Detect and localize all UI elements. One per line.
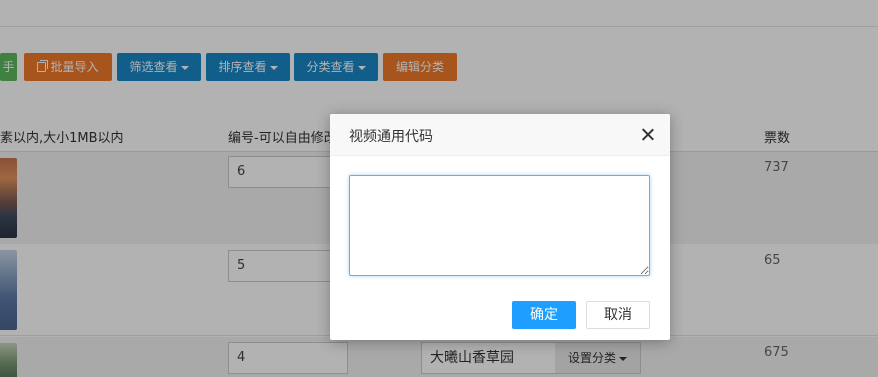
video-code-dialog: 视频通用代码 确定 取消 (330, 114, 670, 340)
dialog-header: 视频通用代码 (330, 114, 670, 156)
close-icon[interactable] (638, 125, 658, 145)
cancel-button[interactable]: 取消 (586, 301, 650, 329)
video-code-textarea[interactable] (349, 175, 650, 276)
dialog-title: 视频通用代码 (349, 129, 433, 145)
confirm-button[interactable]: 确定 (512, 301, 576, 329)
